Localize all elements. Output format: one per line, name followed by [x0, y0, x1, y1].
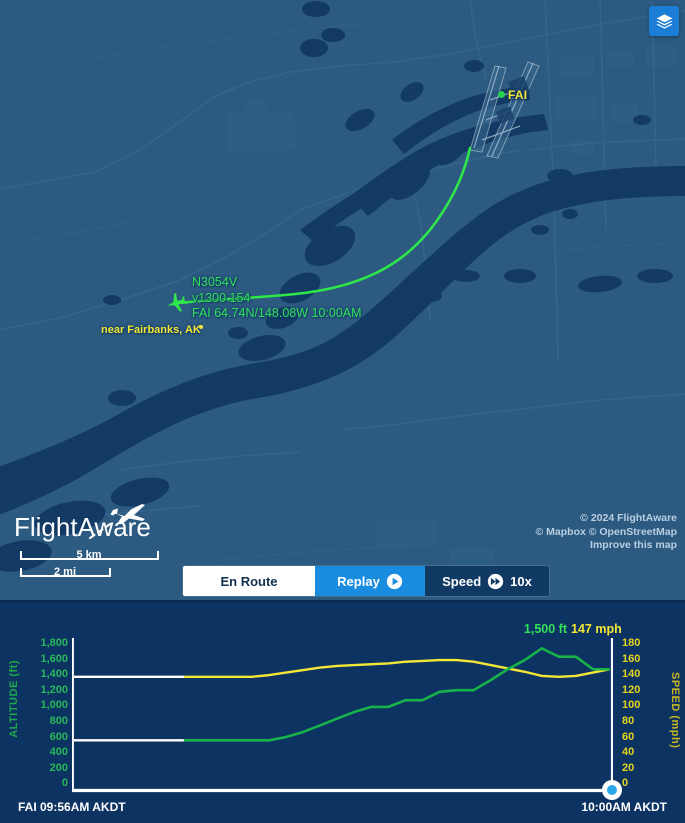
attribution-providers: © Mapbox © OpenStreetMap [535, 525, 678, 538]
flightaware-wordmark: FlightAware [14, 512, 151, 542]
chart-time-axis: FAI 09:56AM AKDT 10:00AM AKDT [0, 800, 685, 820]
axis-ticks-speed: 180 160 140 120 100 80 60 40 20 0 [622, 636, 662, 792]
axis-tick-label: 0 [61, 777, 68, 790]
near-place-dot [199, 325, 203, 329]
axis-title-altitude: ALTITUDE (ft) [8, 660, 20, 738]
axis-tick-label: 140 [622, 668, 641, 681]
replay-label: Replay [337, 573, 380, 589]
speed-value: 10x [510, 573, 532, 589]
chart-time-end: 10:00AM AKDT [581, 800, 667, 814]
playhead-center-dot [607, 785, 617, 795]
axis-tick-label: 60 [622, 730, 635, 743]
map-layers-button[interactable] [649, 6, 679, 36]
flight-status-label: En Route [220, 573, 278, 589]
axis-tick-label: 100 [622, 699, 641, 712]
improve-this-map-link[interactable]: Improve this map [536, 539, 677, 553]
axis-title-speed: SPEED (mph) [669, 672, 681, 749]
chart-readout-speed: 147 mph [571, 622, 622, 636]
flightaware-flight-page: FAI N3054V v1300 154 FAI 64.74N/148.08W … [0, 0, 685, 823]
axis-tick-label: 200 [49, 761, 68, 774]
aircraft-altspeed: v1300 154 [192, 290, 251, 305]
axis-tick-label: 1,000 [40, 699, 68, 712]
chart-axes [72, 638, 613, 793]
flightaware-logo[interactable]: FlightAware [14, 500, 164, 546]
fast-forward-icon [487, 573, 504, 590]
map-attribution: © 2024 FlightAware © Mapbox © OpenStreet… [536, 512, 678, 553]
flight-map[interactable]: FAI N3054V v1300 154 FAI 64.74N/148.08W … [0, 0, 685, 600]
replay-button[interactable]: Replay [315, 566, 425, 596]
playback-control-bar: En Route Replay Speed 10x [183, 566, 549, 596]
axis-tick-label: 1,800 [40, 637, 68, 649]
aircraft-position: FAI 64.74N/148.08W 10:00AM [192, 306, 362, 320]
airport-dot-fai[interactable] [498, 91, 505, 98]
chart-readout-altitude: 1,500 ft [523, 622, 567, 636]
play-icon [386, 573, 403, 590]
axis-tick-label: 1,600 [40, 652, 68, 665]
map-scale: 5 km 2 mi [14, 549, 164, 585]
axis-ticks-altitude: 1,800 1,600 1,400 1,200 1,000 800 600 400 200 0 [22, 636, 68, 792]
axis-tick-label: 80 [622, 714, 635, 727]
axis-tick-label: 800 [49, 714, 68, 727]
axis-tick-label: 400 [49, 746, 68, 759]
flight-status-button[interactable]: En Route [183, 566, 315, 596]
scale-label-mi: 2 mi [53, 566, 76, 578]
chart-time-start: FAI 09:56AM AKDT [18, 800, 126, 814]
axis-tick-label: 1,400 [40, 668, 68, 681]
attribution-flightaware: © 2024 FlightAware [580, 512, 677, 524]
aircraft-info-label[interactable]: N3054V v1300 154 FAI 64.74N/148.08W 10:0… [192, 275, 362, 322]
chart-panel-divider [0, 600, 685, 603]
axis-tick-label: 180 [622, 637, 641, 649]
aircraft-ident: N3054V [192, 275, 238, 289]
axis-tick-label: 20 [622, 761, 635, 774]
layers-icon [655, 12, 674, 31]
axis-tick-label: 1,200 [40, 683, 68, 696]
speed-button[interactable]: Speed 10x [425, 566, 549, 596]
axis-tick-label: 40 [622, 746, 635, 759]
scale-label-km: 5 km [76, 549, 102, 561]
speed-label: Speed [442, 573, 482, 589]
chart-playhead[interactable] [602, 780, 622, 800]
axis-tick-label: 0 [622, 777, 629, 790]
axis-tick-label: 120 [622, 683, 641, 696]
axis-tick-label: 160 [622, 652, 641, 665]
axis-tick-label: 600 [49, 730, 68, 743]
chart-plot-area[interactable] [72, 638, 622, 800]
aircraft-near-label: near Fairbanks, AK [101, 324, 201, 336]
airport-label-fai[interactable]: FAI [508, 88, 527, 102]
